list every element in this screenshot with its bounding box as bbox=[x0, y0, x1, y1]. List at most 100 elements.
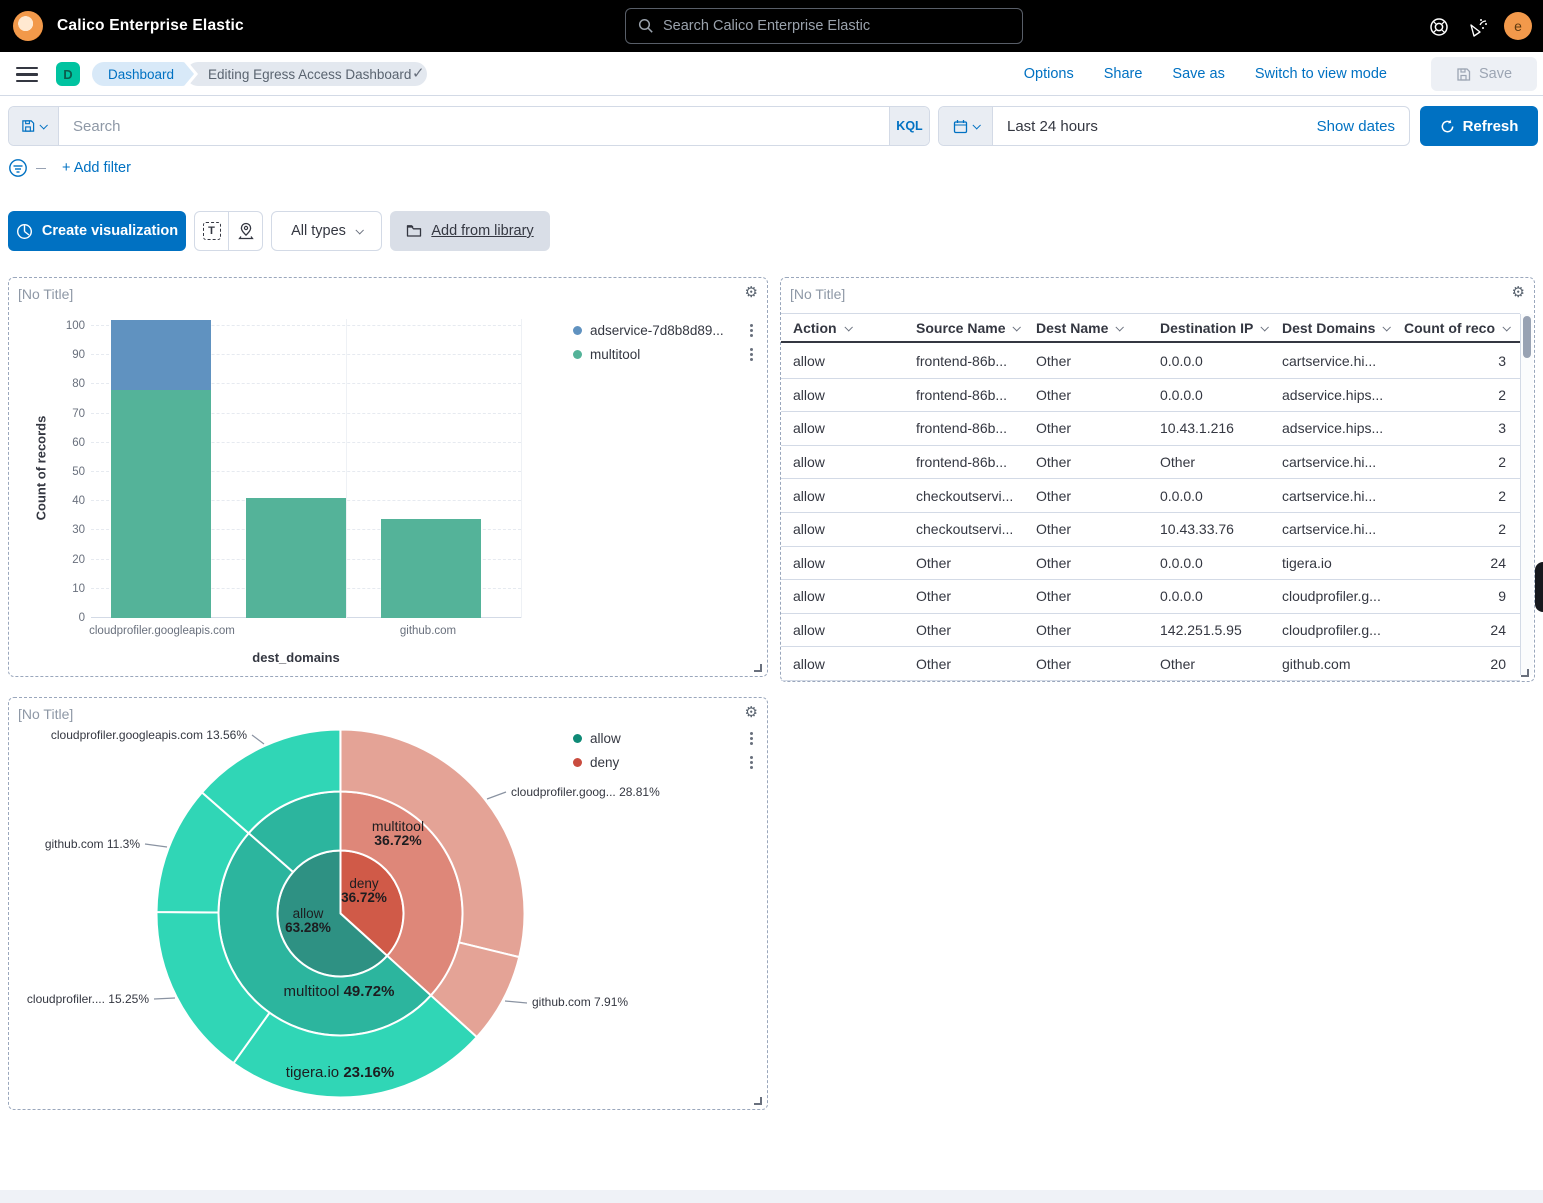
bar-segment-multitool[interactable] bbox=[381, 519, 481, 618]
slice-callout-label: cloudprofiler.... 15.25% bbox=[27, 992, 149, 1006]
slice-inside-label: tigera.io 23.16% bbox=[286, 1064, 394, 1081]
create-visualization-button[interactable]: Create visualization bbox=[8, 211, 186, 251]
global-search-input[interactable] bbox=[663, 18, 1010, 34]
adservice-7d8b8d89...-color-dot bbox=[573, 326, 582, 335]
help-lifebuoy-icon[interactable] bbox=[1428, 16, 1450, 38]
bar-segment-multitool[interactable] bbox=[111, 390, 211, 618]
bar-segment-adservice-7d8b8d89...[interactable] bbox=[111, 320, 211, 390]
switch-view-mode-link[interactable]: Switch to view mode bbox=[1255, 66, 1387, 82]
sunburst-chart: cloudprofiler.googleapis.com 13.56% cloud… bbox=[9, 722, 767, 1109]
legend-kebab-icon[interactable] bbox=[748, 322, 755, 339]
bar-category-2[interactable] bbox=[246, 498, 346, 618]
table-scrollbar-thumb[interactable] bbox=[1523, 316, 1531, 358]
share-link[interactable]: Share bbox=[1104, 66, 1143, 82]
panel-title: [No Title] bbox=[790, 286, 845, 302]
table-cell: Other bbox=[916, 588, 1036, 604]
add-filter-link[interactable]: + Add filter bbox=[62, 160, 131, 176]
dashboard-app-badge[interactable]: D bbox=[56, 62, 80, 86]
save-button[interactable]: Save bbox=[1431, 57, 1537, 91]
legend-kebab-icon[interactable] bbox=[748, 754, 755, 771]
slice-inside-label: 36.72% bbox=[341, 890, 387, 905]
table-cell: cartservice.hi... bbox=[1282, 521, 1404, 537]
panel-resize-handle[interactable] bbox=[754, 664, 762, 672]
table-cell: Other bbox=[1036, 420, 1160, 436]
table-cell: Other bbox=[1036, 387, 1160, 403]
add-map-button[interactable] bbox=[228, 212, 262, 250]
table-cell: checkoutservi... bbox=[916, 488, 1036, 504]
add-from-library-button[interactable]: Add from library bbox=[390, 211, 550, 251]
table-cell: allow bbox=[793, 656, 916, 672]
time-range-value[interactable]: Last 24 hours bbox=[993, 107, 1317, 145]
slice-callout-label: cloudprofiler.googleapis.com 13.56% bbox=[51, 728, 247, 742]
callout-line bbox=[505, 1001, 527, 1003]
save-floppy-icon bbox=[1456, 67, 1471, 82]
column-header-action[interactable]: Action bbox=[793, 320, 916, 336]
calendar-button[interactable] bbox=[939, 107, 993, 145]
filter-icon[interactable] bbox=[8, 158, 28, 178]
legend-kebab-icon[interactable] bbox=[748, 346, 755, 363]
table-cell: Other bbox=[1036, 588, 1160, 604]
column-header-destination-ip[interactable]: Destination IP bbox=[1160, 320, 1282, 336]
x-tick-label: github.com bbox=[400, 625, 456, 637]
column-header-dest-name[interactable]: Dest Name bbox=[1036, 320, 1160, 336]
calendar-icon bbox=[953, 119, 968, 134]
breadcrumb-dashboard[interactable]: Dashboard bbox=[92, 62, 194, 86]
news-party-icon[interactable] bbox=[1468, 16, 1490, 38]
bar-legend-item[interactable]: adservice-7d8b8d89... bbox=[573, 322, 755, 338]
menu-hamburger-icon[interactable] bbox=[16, 67, 38, 82]
table-cell: Other bbox=[1036, 353, 1160, 369]
pie-legend-item[interactable]: allow bbox=[573, 730, 755, 746]
bar-legend-item[interactable]: multitool bbox=[573, 346, 755, 362]
column-header-count-of-reco[interactable]: Count of reco bbox=[1404, 320, 1518, 336]
table-cell: Other bbox=[1036, 488, 1160, 504]
all-types-dropdown[interactable]: All types bbox=[271, 211, 382, 251]
panel-resize-handle[interactable] bbox=[754, 1097, 762, 1105]
table-cell: frontend-86b... bbox=[916, 454, 1036, 470]
bar-segment-multitool[interactable] bbox=[246, 498, 346, 618]
gear-icon[interactable]: ⚙ bbox=[745, 703, 758, 721]
column-header-source-name[interactable]: Source Name bbox=[916, 320, 1036, 336]
add-text-button[interactable]: T bbox=[195, 212, 228, 250]
table-cell: 10.43.1.216 bbox=[1160, 420, 1282, 436]
kql-search-input[interactable] bbox=[59, 107, 889, 145]
y-tick-label: 10 bbox=[49, 583, 85, 595]
column-header-dest-domains[interactable]: Dest Domains bbox=[1282, 320, 1404, 336]
chevron-down-icon bbox=[39, 121, 47, 129]
show-dates-link[interactable]: Show dates bbox=[1317, 107, 1409, 145]
table-cell: Other bbox=[1036, 454, 1160, 470]
table-row: allowOtherOther142.251.5.95cloudprofiler… bbox=[781, 614, 1520, 648]
edit-title-check-icon[interactable]: ✓ bbox=[412, 64, 425, 82]
table-cell: Other bbox=[1160, 454, 1282, 470]
save-as-link[interactable]: Save as bbox=[1172, 66, 1224, 82]
bar-cloudprofiler.googleapis.com[interactable] bbox=[111, 320, 211, 618]
table-row: allowOtherOtherOthergithub.com20 bbox=[781, 647, 1520, 681]
y-tick-label: 100 bbox=[49, 320, 85, 332]
slice-inside-label: 36.72% bbox=[374, 832, 422, 848]
filter-row: + Add filter bbox=[8, 157, 131, 179]
user-avatar[interactable]: e bbox=[1504, 12, 1532, 40]
column-header-label: Action bbox=[793, 320, 837, 336]
slice-callout-label: github.com 11.3% bbox=[45, 837, 140, 851]
bar-github.com[interactable] bbox=[381, 519, 481, 618]
options-link[interactable]: Options bbox=[1024, 66, 1074, 82]
gear-icon[interactable]: ⚙ bbox=[1512, 283, 1525, 301]
kql-badge[interactable]: KQL bbox=[889, 107, 929, 145]
gear-icon[interactable]: ⚙ bbox=[745, 283, 758, 301]
legend-kebab-icon[interactable] bbox=[748, 730, 755, 747]
pie-legend-item[interactable]: deny bbox=[573, 754, 755, 770]
table-cell: cloudprofiler.g... bbox=[1282, 622, 1404, 638]
y-tick-label: 80 bbox=[49, 378, 85, 390]
table-cell: 10.43.33.76 bbox=[1160, 521, 1282, 537]
app-title: Calico Enterprise Elastic bbox=[57, 17, 244, 35]
table-cell: Other bbox=[1036, 555, 1160, 571]
quick-add-group: T bbox=[194, 211, 263, 251]
collapsed-flyout-tab[interactable] bbox=[1535, 562, 1543, 612]
column-header-label: Dest Domains bbox=[1282, 320, 1375, 336]
chevron-down-icon bbox=[1116, 323, 1124, 331]
global-search[interactable] bbox=[625, 8, 1023, 44]
refresh-button[interactable]: Refresh bbox=[1420, 106, 1538, 146]
panel-resize-handle[interactable] bbox=[1521, 669, 1529, 677]
table-cell: 3 bbox=[1404, 420, 1518, 436]
saved-query-button[interactable] bbox=[9, 107, 59, 145]
bar-chart-legend: adservice-7d8b8d89... multitool bbox=[573, 322, 755, 362]
